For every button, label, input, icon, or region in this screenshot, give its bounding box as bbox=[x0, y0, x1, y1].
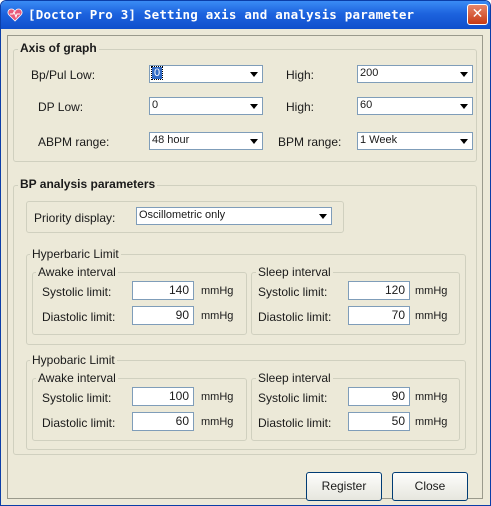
hypo-awake-diastolic-label: Diastolic limit: bbox=[42, 416, 116, 430]
hypo-sleep-title: Sleep interval bbox=[256, 371, 333, 385]
chevron-down-icon[interactable] bbox=[246, 67, 261, 81]
hypo-sleep-diastolic-label: Diastolic limit: bbox=[258, 416, 332, 430]
hypobaric-title: Hypobaric Limit bbox=[30, 353, 117, 367]
unit-label: mmHg bbox=[415, 416, 448, 428]
heart-icon bbox=[7, 8, 23, 22]
dp-low-select[interactable]: 0 bbox=[149, 97, 263, 115]
unit-label: mmHg bbox=[201, 285, 234, 297]
dialog-body: Axis of graph Bp/Pul Low: 0 High: 200 DP… bbox=[7, 35, 483, 501]
dp-low-value: 0 bbox=[152, 99, 159, 111]
hypo-awake-systolic-field[interactable]: 100 bbox=[132, 387, 194, 406]
title-bar: [Doctor Pro 3] Setting axis and analysis… bbox=[1, 1, 490, 29]
hyper-sleep-title: Sleep interval bbox=[256, 265, 333, 279]
bp-pul-low-value: 0 bbox=[150, 66, 164, 80]
hypo-awake-diastolic-field[interactable]: 60 bbox=[132, 412, 194, 431]
hypo-awake-title: Awake interval bbox=[36, 371, 118, 385]
hypo-sleep-diastolic-field[interactable]: 50 bbox=[348, 412, 410, 431]
bp-pul-high-label: High: bbox=[286, 68, 315, 82]
settings-dialog: [Doctor Pro 3] Setting axis and analysis… bbox=[0, 0, 491, 506]
priority-select[interactable]: Oscillometric only bbox=[136, 207, 332, 225]
chevron-down-icon[interactable] bbox=[246, 99, 261, 113]
hyperbaric-title: Hyperbaric Limit bbox=[30, 247, 121, 261]
abpm-range-select[interactable]: 48 hour bbox=[149, 132, 263, 150]
abpm-range-label: ABPM range: bbox=[38, 135, 110, 149]
bp-pul-low-label: Bp/Pul Low: bbox=[31, 68, 96, 82]
hyper-sleep-diastolic-label: Diastolic limit: bbox=[258, 310, 332, 324]
unit-label: mmHg bbox=[201, 416, 234, 428]
bpm-range-value: 1 Week bbox=[360, 134, 398, 146]
unit-label: mmHg bbox=[415, 285, 448, 297]
chevron-down-icon[interactable] bbox=[456, 99, 471, 113]
abpm-range-value: 48 hour bbox=[152, 134, 190, 146]
hyper-sleep-systolic-label: Systolic limit: bbox=[258, 285, 328, 299]
bp-pul-high-value: 200 bbox=[360, 67, 379, 79]
dp-high-select[interactable]: 60 bbox=[357, 97, 473, 115]
bp-pul-high-select[interactable]: 200 bbox=[357, 65, 473, 83]
hypo-sleep-systolic-label: Systolic limit: bbox=[258, 391, 328, 405]
bp-analysis-title: BP analysis parameters bbox=[18, 177, 158, 191]
hyper-awake-diastolic-label: Diastolic limit: bbox=[42, 310, 116, 324]
chevron-down-icon[interactable] bbox=[456, 134, 471, 148]
bp-pul-low-select[interactable]: 0 bbox=[149, 65, 263, 83]
chevron-down-icon[interactable] bbox=[456, 67, 471, 81]
hyper-awake-diastolic-field[interactable]: 90 bbox=[132, 306, 194, 325]
unit-label: mmHg bbox=[415, 310, 448, 322]
close-icon[interactable]: ✕ bbox=[467, 4, 488, 25]
unit-label: mmHg bbox=[415, 391, 448, 403]
hypo-awake-systolic-label: Systolic limit: bbox=[42, 391, 112, 405]
chevron-down-icon[interactable] bbox=[315, 209, 330, 223]
register-button[interactable]: Register bbox=[306, 472, 382, 501]
hyper-awake-title: Awake interval bbox=[36, 265, 118, 279]
priority-label: Priority display: bbox=[34, 211, 116, 225]
dp-high-value: 60 bbox=[360, 99, 373, 111]
hyper-sleep-diastolic-field[interactable]: 70 bbox=[348, 306, 410, 325]
close-button[interactable]: Close bbox=[392, 472, 468, 501]
hyper-awake-systolic-label: Systolic limit: bbox=[42, 285, 112, 299]
hypo-sleep-systolic-field[interactable]: 90 bbox=[348, 387, 410, 406]
axis-of-graph-title: Axis of graph bbox=[18, 41, 99, 55]
unit-label: mmHg bbox=[201, 310, 234, 322]
priority-value: Oscillometric only bbox=[139, 209, 226, 221]
dp-low-label: DP Low: bbox=[38, 100, 84, 114]
chevron-down-icon[interactable] bbox=[246, 134, 261, 148]
hyper-sleep-systolic-field[interactable]: 120 bbox=[348, 281, 410, 300]
hyper-awake-systolic-field[interactable]: 140 bbox=[132, 281, 194, 300]
bpm-range-label: BPM range: bbox=[278, 135, 342, 149]
dp-high-label: High: bbox=[286, 100, 315, 114]
window-title: [Doctor Pro 3] Setting axis and analysis… bbox=[28, 7, 415, 22]
bpm-range-select[interactable]: 1 Week bbox=[357, 132, 473, 150]
unit-label: mmHg bbox=[201, 391, 234, 403]
